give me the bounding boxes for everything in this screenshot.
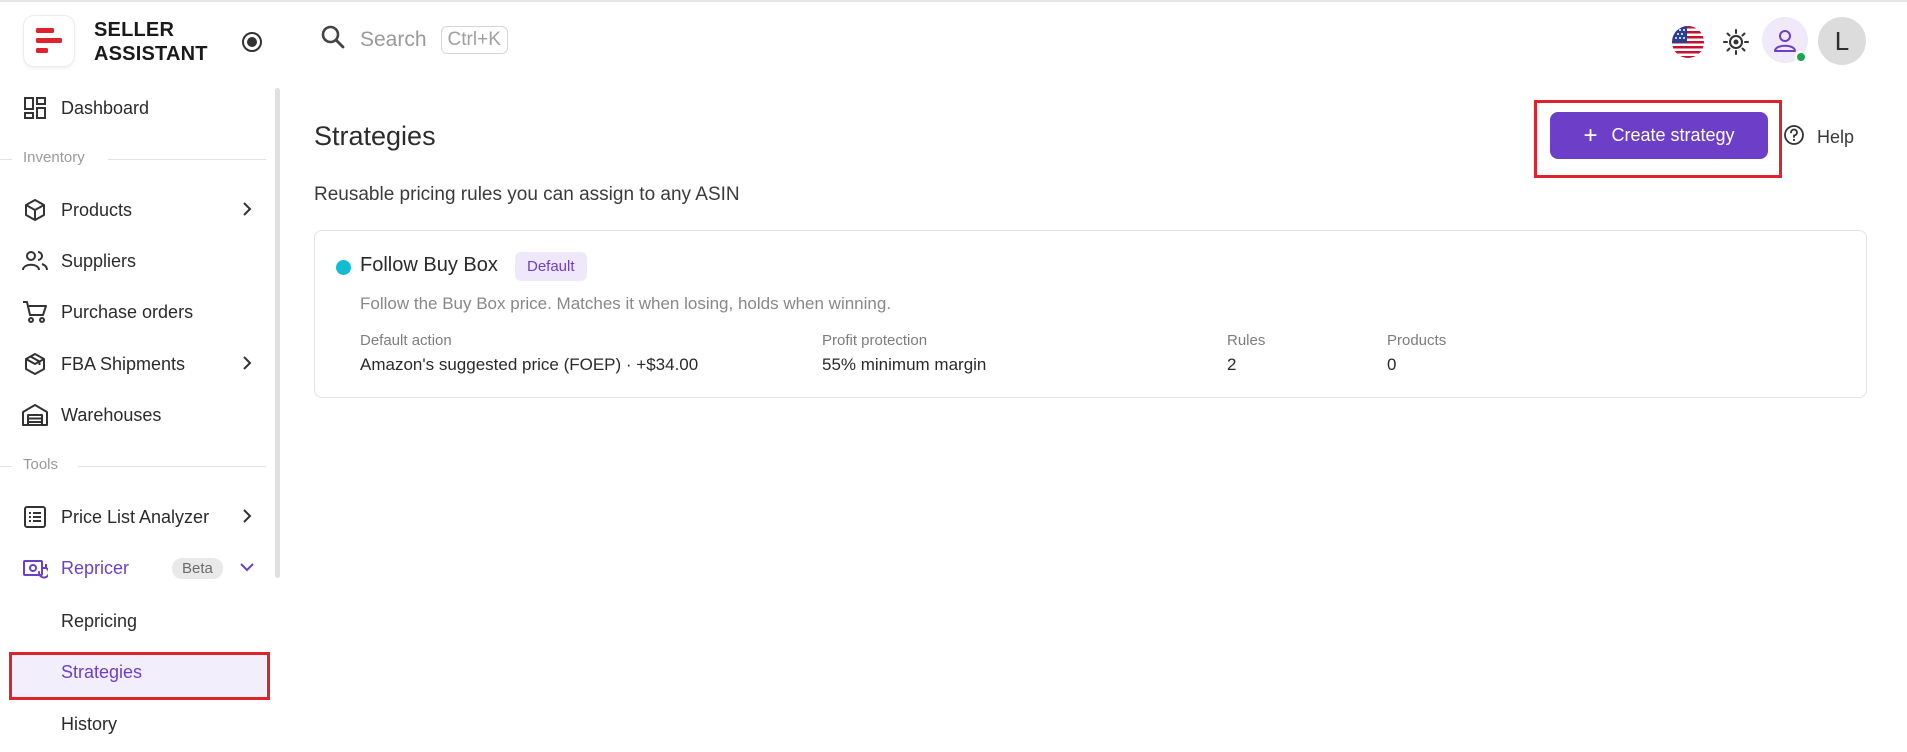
section-tools: Tools <box>0 456 268 476</box>
logo[interactable] <box>24 16 74 66</box>
sidebar-item-price-list-analyzer[interactable]: Price List Analyzer <box>20 497 265 537</box>
default-badge: Default <box>515 252 587 281</box>
chevron-right-icon <box>237 353 257 378</box>
chevron-right-icon <box>237 506 257 531</box>
strategy-card[interactable]: Follow Buy Box Default Follow the Buy Bo… <box>314 230 1867 398</box>
box-icon <box>20 195 50 225</box>
sidebar-item-label: FBA Shipments <box>61 353 186 374</box>
cart-icon <box>20 297 50 327</box>
sidebar-item-suppliers[interactable]: Suppliers <box>20 241 265 281</box>
sidebar-item-label: Repricer <box>61 557 130 578</box>
create-strategy-button[interactable]: + Create strategy <box>1550 112 1768 159</box>
sidebar-item-strategies[interactable]: Strategies <box>61 662 142 683</box>
sidebar-item-dashboard[interactable]: Dashboard <box>20 88 265 128</box>
sidebar-item-fba-shipments[interactable]: FBA Shipments <box>20 344 265 384</box>
sidebar-item-products[interactable]: Products <box>20 190 265 230</box>
chevron-down-icon <box>237 557 257 582</box>
stat-label: Products <box>1387 332 1447 349</box>
search-bar[interactable]: Search Ctrl+K <box>320 24 508 55</box>
create-strategy-label: Create strategy <box>1611 125 1735 145</box>
search-shortcut: Ctrl+K <box>440 25 508 54</box>
list-icon <box>20 502 50 532</box>
stat-value: 2 <box>1227 355 1237 374</box>
sidebar-item-purchase-orders[interactable]: Purchase orders <box>20 292 265 332</box>
status-dot <box>336 260 351 275</box>
stat-label: Rules <box>1227 332 1266 349</box>
sidebar-item-history[interactable]: History <box>61 714 117 735</box>
stat-default-action: Default action Amazon's suggested price … <box>360 332 698 375</box>
section-label: Tools <box>23 456 59 473</box>
theme-toggle-icon[interactable] <box>1722 28 1750 61</box>
dashboard-icon <box>20 93 50 123</box>
warehouse-icon <box>20 400 50 430</box>
brand-name: SELLER ASSISTANT <box>94 18 208 66</box>
logo-icon <box>36 28 62 53</box>
strategy-name: Follow Buy Box <box>360 254 498 276</box>
section-label: Inventory <box>23 149 85 166</box>
stat-label: Profit protection <box>822 332 928 349</box>
sidebar-item-repricer[interactable]: Repricer Beta <box>20 548 265 588</box>
record-toggle-icon[interactable] <box>241 31 263 58</box>
stat-value: 0 <box>1387 355 1397 374</box>
strategy-description: Follow the Buy Box price. Matches it whe… <box>360 294 892 313</box>
sidebar-item-label: Products <box>61 199 133 220</box>
section-inventory: Inventory <box>0 149 268 169</box>
brand-line-2: ASSISTANT <box>94 43 208 65</box>
sidebar-item-label: Price List Analyzer <box>61 506 210 527</box>
stat-products: Products 0 <box>1387 332 1446 375</box>
shipment-box-icon <box>20 349 50 379</box>
stat-profit-protection: Profit protection 55% minimum margin <box>822 332 986 375</box>
chevron-right-icon <box>237 199 257 224</box>
people-icon <box>20 246 50 276</box>
stat-value: 55% minimum margin <box>822 355 987 374</box>
online-status-dot <box>1795 51 1807 63</box>
search-icon <box>320 24 346 55</box>
avatar[interactable]: L <box>1818 17 1866 65</box>
top-border <box>0 0 1907 2</box>
plus-icon: + <box>1583 121 1598 149</box>
page-title: Strategies <box>314 121 436 151</box>
user-icon <box>1774 30 1796 52</box>
beta-badge: Beta <box>172 557 223 579</box>
us-flag-icon[interactable] <box>1672 26 1704 58</box>
stat-rules: Rules 2 <box>1227 332 1265 375</box>
stat-value: Amazon's suggested price (FOEP) · +$34.0… <box>360 355 699 374</box>
brand-line-1: SELLER <box>94 19 175 41</box>
help-button[interactable]: Help <box>1783 124 1854 151</box>
help-icon <box>1783 124 1805 151</box>
sidebar-item-label: Suppliers <box>61 250 137 271</box>
sidebar-scrollbar[interactable] <box>275 88 280 578</box>
stat-label: Default action <box>360 332 452 349</box>
sidebar-item-repricing[interactable]: Repricing <box>61 611 137 632</box>
help-label: Help <box>1817 127 1855 147</box>
page-subtitle: Reusable pricing rules you can assign to… <box>314 184 740 205</box>
sidebar-item-warehouses[interactable]: Warehouses <box>20 395 265 435</box>
repricer-icon <box>20 553 50 583</box>
sidebar-item-label: Warehouses <box>61 404 162 425</box>
search-input[interactable]: Search <box>360 28 427 52</box>
sidebar-item-label: Purchase orders <box>61 301 194 322</box>
sidebar-item-label: Dashboard <box>61 97 150 118</box>
